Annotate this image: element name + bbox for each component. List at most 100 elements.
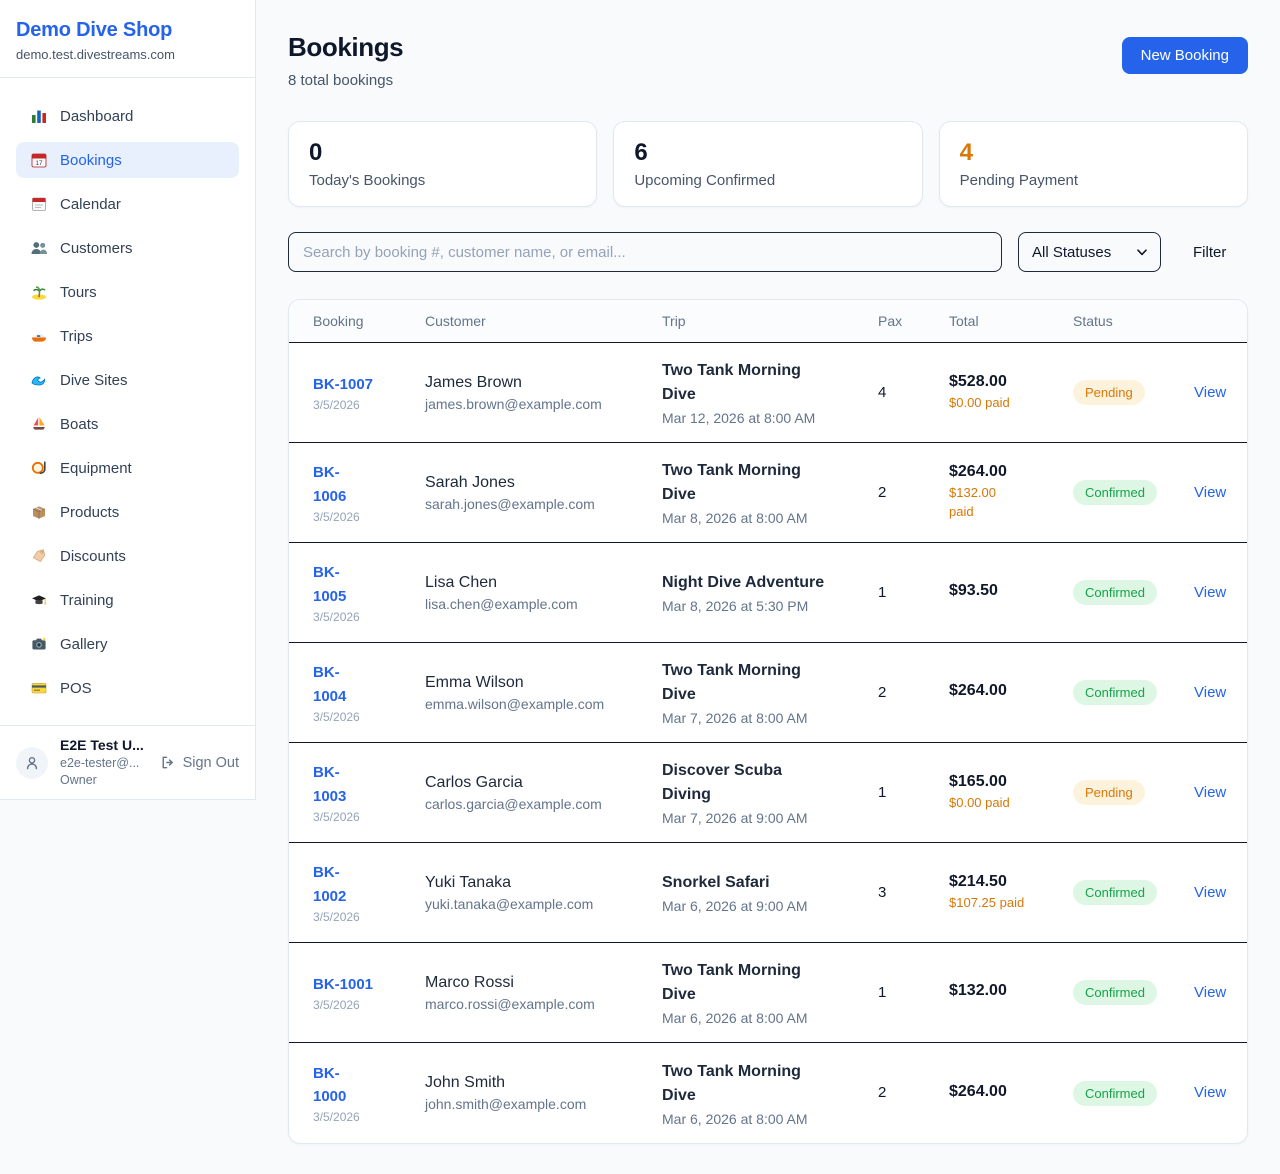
trip-name: Two Tank Morning Dive — [662, 459, 870, 507]
total-amount: $165.00 — [949, 773, 1065, 791]
pax-count: 2 — [878, 684, 886, 701]
filter-button[interactable]: Filter — [1193, 244, 1226, 261]
booking-id-link[interactable]: BK- 1002 — [313, 861, 417, 908]
bookings-table: BookingCustomerTripPaxTotalStatus BK-100… — [288, 299, 1248, 1144]
pax-count: 1 — [878, 584, 886, 601]
sidebar-item-discounts[interactable]: Discounts — [16, 538, 239, 574]
booking-id-link[interactable]: BK- 1005 — [313, 561, 417, 608]
customer-email: emma.wilson@example.com — [425, 696, 654, 712]
view-link[interactable]: View — [1194, 1084, 1226, 1101]
total-amount: $93.50 — [949, 582, 1065, 600]
sidebar-item-gallery[interactable]: Gallery — [16, 626, 239, 662]
table-row: BK- 1005 3/5/2026 Lisa Chen lisa.chen@ex… — [289, 543, 1247, 643]
sidebar-item-training[interactable]: Training — [16, 582, 239, 618]
booking-id-link[interactable]: BK- 1003 — [313, 761, 417, 808]
view-link[interactable]: View — [1194, 684, 1226, 701]
booking-id-link[interactable]: BK-1007 — [313, 373, 417, 396]
pax-count: 1 — [878, 784, 886, 801]
booking-id-link[interactable]: BK- 1006 — [313, 461, 417, 508]
view-link[interactable]: View — [1194, 784, 1226, 801]
trip-datetime: Mar 6, 2026 at 8:00 AM — [662, 1010, 870, 1026]
brand-block: Demo Dive Shop demo.test.divestreams.com — [0, 0, 255, 78]
booking-date: 3/5/2026 — [313, 398, 417, 412]
table-row: BK- 1004 3/5/2026 Emma Wilson emma.wilso… — [289, 643, 1247, 743]
sign-out-label: Sign Out — [183, 755, 239, 771]
customer-name: Yuki Tanaka — [425, 874, 654, 892]
customer-email: carlos.garcia@example.com — [425, 796, 654, 812]
view-link[interactable]: View — [1194, 384, 1226, 401]
customer-email: lisa.chen@example.com — [425, 596, 654, 612]
stat-card-upcoming-confirmed: 6 Upcoming Confirmed — [613, 121, 922, 207]
view-link[interactable]: View — [1194, 984, 1226, 1001]
column-header-trip: Trip — [662, 313, 878, 329]
trip-name: Two Tank Morning Dive — [662, 1060, 870, 1108]
user-name: E2E Test U... — [60, 736, 147, 755]
table-row: BK- 1000 3/5/2026 John Smith john.smith@… — [289, 1043, 1247, 1143]
sidebar-item-pos[interactable]: POS — [16, 670, 239, 706]
pos-icon — [30, 679, 48, 697]
search-input[interactable] — [288, 232, 1002, 272]
trip-datetime: Mar 8, 2026 at 5:30 PM — [662, 598, 870, 614]
total-amount: $264.00 — [949, 463, 1065, 481]
sidebar-item-customers[interactable]: Customers — [16, 230, 239, 266]
sidebar-item-trips[interactable]: Trips — [16, 318, 239, 354]
customer-name: James Brown — [425, 374, 654, 392]
sidebar-item-products[interactable]: Products — [16, 494, 239, 530]
booking-id-link[interactable]: BK- 1004 — [313, 661, 417, 708]
sidebar-item-boats[interactable]: Boats — [16, 406, 239, 442]
trip-name: Night Dive Adventure — [662, 571, 870, 595]
sidebar-item-dashboard[interactable]: Dashboard — [16, 98, 239, 134]
trips-icon — [30, 327, 48, 345]
customer-email: john.smith@example.com — [425, 1096, 654, 1112]
view-link[interactable]: View — [1194, 584, 1226, 601]
trip-datetime: Mar 7, 2026 at 9:00 AM — [662, 810, 870, 826]
customer-name: Emma Wilson — [425, 674, 654, 692]
tours-icon — [30, 283, 48, 301]
status-badge: Confirmed — [1073, 1081, 1157, 1106]
trip-name: Two Tank Morning Dive — [662, 959, 870, 1007]
status-filter-select[interactable]: All Statuses — [1018, 232, 1161, 272]
new-booking-button[interactable]: New Booking — [1122, 37, 1248, 74]
products-icon — [30, 503, 48, 521]
booking-date: 3/5/2026 — [313, 510, 417, 524]
view-link[interactable]: View — [1194, 484, 1226, 501]
stat-label: Pending Payment — [960, 172, 1227, 189]
equipment-icon — [30, 459, 48, 477]
sidebar-item-bookings[interactable]: 17 Bookings — [16, 142, 239, 178]
trip-datetime: Mar 7, 2026 at 8:00 AM — [662, 710, 870, 726]
total-amount: $528.00 — [949, 373, 1065, 391]
user-icon — [23, 754, 41, 772]
customers-icon — [30, 239, 48, 257]
booking-id-link[interactable]: BK-1001 — [313, 973, 417, 996]
trip-name: Two Tank Morning Dive — [662, 659, 870, 707]
dive-sites-icon — [30, 371, 48, 389]
filter-row: All Statuses Filter — [288, 232, 1248, 272]
user-section: E2E Test U... e2e-tester@... Owner Sign … — [0, 725, 255, 799]
dashboard-icon — [30, 107, 48, 125]
avatar — [16, 747, 48, 779]
view-link[interactable]: View — [1194, 884, 1226, 901]
booking-date: 3/5/2026 — [313, 1110, 417, 1124]
chevron-down-icon — [1137, 249, 1147, 256]
booking-id-link[interactable]: BK- 1000 — [313, 1062, 417, 1109]
sidebar-item-dive-sites[interactable]: Dive Sites — [16, 362, 239, 398]
sign-out-button[interactable]: Sign Out — [159, 754, 239, 771]
booking-date: 3/5/2026 — [313, 710, 417, 724]
table-header-row: BookingCustomerTripPaxTotalStatus — [289, 300, 1247, 343]
table-row: BK- 1006 3/5/2026 Sarah Jones sarah.jone… — [289, 443, 1247, 543]
status-badge: Pending — [1073, 380, 1145, 405]
customer-email: sarah.jones@example.com — [425, 496, 654, 512]
booking-date: 3/5/2026 — [313, 910, 417, 924]
sidebar-item-equipment[interactable]: Equipment — [16, 450, 239, 486]
stat-value: 6 — [634, 139, 901, 167]
table-row: BK- 1003 3/5/2026 Carlos Garcia carlos.g… — [289, 743, 1247, 843]
status-filter-value: All Statuses — [1032, 244, 1111, 261]
sidebar-item-calendar[interactable]: Calendar — [16, 186, 239, 222]
sidebar-item-tours[interactable]: Tours — [16, 274, 239, 310]
trip-datetime: Mar 6, 2026 at 9:00 AM — [662, 898, 870, 914]
trip-name: Snorkel Safari — [662, 871, 870, 895]
stat-label: Today's Bookings — [309, 172, 576, 189]
stat-value: 4 — [960, 139, 1227, 167]
booking-date: 3/5/2026 — [313, 998, 417, 1012]
stat-card-pending-payment: 4 Pending Payment — [939, 121, 1248, 207]
